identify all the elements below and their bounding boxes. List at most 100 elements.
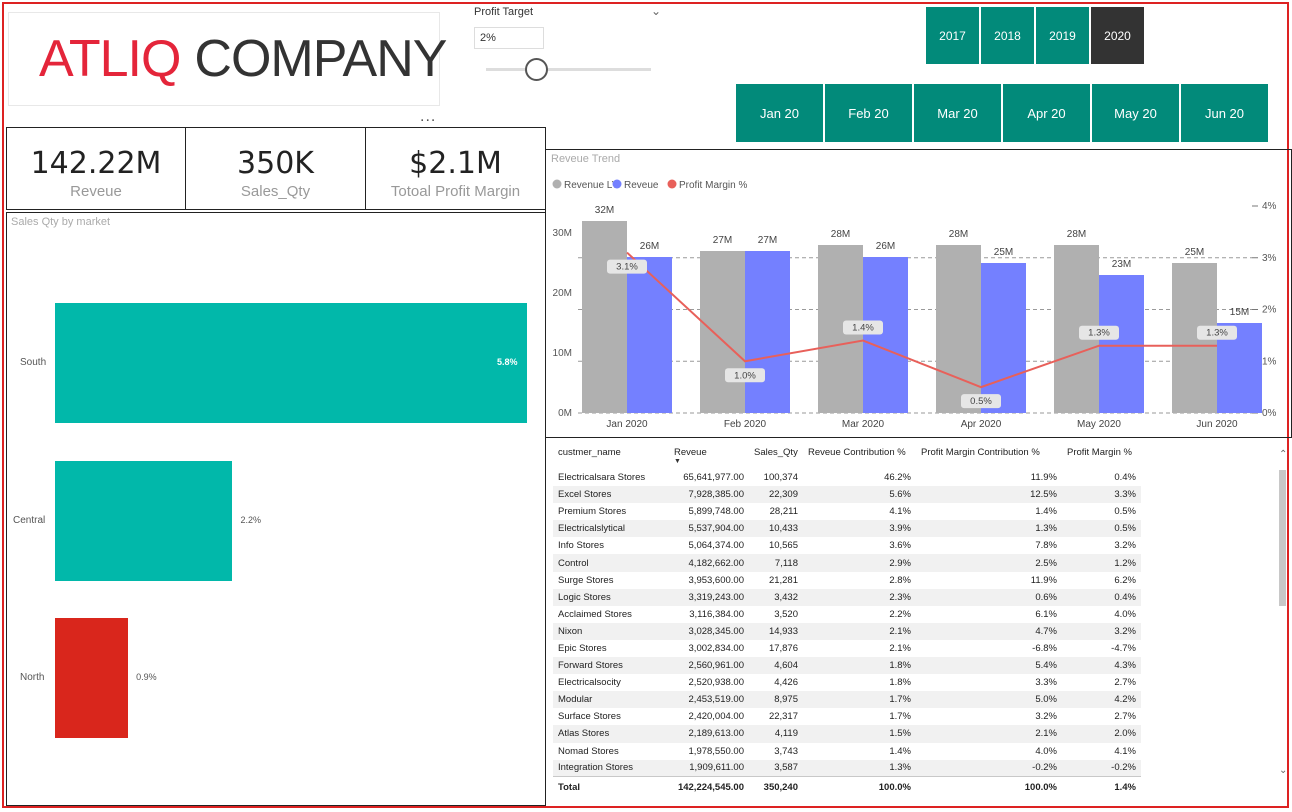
month-button-3[interactable]: Apr 20 xyxy=(1003,84,1090,142)
table-cell: 10,565 xyxy=(768,540,798,552)
table-row[interactable]: Nixon 3,028,345.00 14,933 2.1% 4.7% 3.2% xyxy=(553,622,1141,640)
legend-marker xyxy=(552,179,562,189)
sort-descending-icon[interactable]: ▼ xyxy=(674,458,744,465)
line-data-label: 3.1% xyxy=(616,262,638,273)
table-cell: Surface Stores xyxy=(558,711,621,723)
table-row[interactable]: Logic Stores 3,319,243.00 3,432 2.3% 0.6% 0.4… xyxy=(553,588,1141,606)
table-row[interactable]: Integration Stores 1,909,611.00 3,587 1.3% -… xyxy=(553,759,1141,777)
table-row[interactable]: Modular 2,453,519.00 8,975 1.7% 5.0% 4.2% xyxy=(553,691,1141,709)
market-bar-north[interactable] xyxy=(55,618,129,738)
table-cell: 1,909,611.00 xyxy=(669,759,749,777)
data-label: 25M xyxy=(994,247,1013,258)
table-cell: 5.0% xyxy=(916,691,1062,709)
column-header-label: Reveue Contribution % xyxy=(808,447,906,458)
profit-target-slider-track[interactable] xyxy=(486,68,651,71)
table-row[interactable]: Premium Stores 5,899,748.00 28,211 4.1% 1.4%… xyxy=(553,503,1141,520)
table-cell: 3,520 xyxy=(774,608,798,620)
table-cell: 5,537,904.00 xyxy=(669,520,749,538)
table-cell: 21,281 xyxy=(768,574,798,586)
table-cell: 4,119 xyxy=(749,725,803,743)
sales-qty-by-market-chart[interactable]: Sales Qty by market South 5.8% Central 2.2%… xyxy=(6,212,546,806)
table-cell: -0.2% xyxy=(916,759,1062,777)
table-cell: 0.6% xyxy=(916,588,1062,606)
chevron-down-icon[interactable]: ⌄ xyxy=(651,4,661,18)
revenue-trend-chart[interactable]: Reveue Trend Revenue LY Reveue Profit Margi… xyxy=(545,149,1292,438)
more-options-icon[interactable]: ... xyxy=(420,108,436,126)
profit-target-input[interactable]: 2% xyxy=(474,27,544,49)
table-cell: 5.4% xyxy=(916,657,1062,675)
legend-label: Reveue xyxy=(624,180,659,191)
scroll-down-icon[interactable]: ⌄ xyxy=(1279,765,1287,776)
scroll-up-icon[interactable]: ⌃ xyxy=(1279,449,1287,460)
table-row[interactable]: Electricalsara Stores 65,641,977.00 100,37… xyxy=(553,469,1141,486)
table-cell: 8,975 xyxy=(749,691,803,709)
table-cell: 3,319,243.00 xyxy=(669,588,749,606)
table-cell: 2,520,938.00 xyxy=(688,677,744,689)
table-cell: 2,453,519.00 xyxy=(669,691,749,709)
table-cell: 2.3% xyxy=(803,588,916,606)
market-bar-central[interactable] xyxy=(55,461,233,581)
market-data-label: 2.2% xyxy=(240,515,261,525)
bar-revenue xyxy=(981,263,1026,413)
table-row[interactable]: Excel Stores 7,928,385.00 22,309 5.6% 12.5% 3… xyxy=(553,486,1141,504)
column-header-label: Profit Margin % xyxy=(1067,447,1132,458)
line-data-label: 0.5% xyxy=(970,396,992,407)
year-button-2017[interactable]: 2017 xyxy=(926,7,979,64)
month-button-4[interactable]: May 20 xyxy=(1092,84,1179,142)
table-row[interactable]: Surface Stores 2,420,004.00 22,317 1.7% 3.2%… xyxy=(553,708,1141,725)
column-header[interactable]: Sales_Qty xyxy=(749,443,803,469)
table-row[interactable]: Control 4,182,662.00 7,118 2.9% 2.5% 1.2% xyxy=(553,554,1141,572)
year-button-2019[interactable]: 2019 xyxy=(1036,7,1089,64)
table-cell: 22,309 xyxy=(749,486,803,504)
table-cell: 3,028,345.00 xyxy=(669,622,749,640)
column-header[interactable]: Reveue ▼ xyxy=(669,443,749,469)
table-row[interactable]: Atlas Stores 2,189,613.00 4,119 1.5% 2.1% 2.0… xyxy=(553,725,1141,743)
table-cell: 3,743 xyxy=(774,745,798,757)
kpi-card-profit-margin: $2.1M Totoal Profit Margin xyxy=(365,127,546,210)
year-button-2018[interactable]: 2018 xyxy=(981,7,1034,64)
x-tick-label: Apr 2020 xyxy=(961,419,1002,430)
customer-table[interactable]: custmer_name Reveue ▼ Sales_Qty Reveue Contr… xyxy=(545,438,1292,807)
column-header[interactable]: Reveue Contribution % xyxy=(803,443,916,469)
y-left-tick: 30M xyxy=(553,228,572,239)
table-row[interactable]: Electricalslytical 5,537,904.00 10,433 3.9%… xyxy=(553,520,1141,538)
bar-revenue-ly xyxy=(936,245,981,413)
table-row[interactable]: Info Stores 5,064,374.00 10,565 3.6% 7.8% 3.2… xyxy=(553,537,1141,554)
table-row[interactable]: Electricalsocity 2,520,938.00 4,426 1.8% 3.3… xyxy=(553,674,1141,691)
table-cell: 6.1% xyxy=(1035,608,1057,620)
market-bar-south[interactable] xyxy=(55,303,527,423)
data-label: 26M xyxy=(876,241,895,252)
total-cell: 142,224,545.00 xyxy=(669,776,749,799)
month-button-2[interactable]: Mar 20 xyxy=(914,84,1001,142)
table-cell: 3.6% xyxy=(889,540,911,552)
column-header[interactable]: Profit Margin Contribution % xyxy=(916,443,1062,469)
table-cell: 28,211 xyxy=(769,506,798,518)
table-cell: 2.1% xyxy=(916,725,1062,743)
table-row[interactable]: Nomad Stores 1,978,550.00 3,743 1.4% 4.0% 4.1… xyxy=(553,743,1141,760)
table-cell: 4.1% xyxy=(1114,745,1136,757)
table-cell: 11.9% xyxy=(1030,574,1057,586)
year-button-2020[interactable]: 2020 xyxy=(1091,7,1144,64)
table-cell: 1.8% xyxy=(889,677,911,689)
month-button-5[interactable]: Jun 20 xyxy=(1181,84,1268,142)
table-row[interactable]: Surge Stores 3,953,600.00 21,281 2.8% 11.9% 6… xyxy=(553,572,1141,589)
profit-target-slider-handle[interactable] xyxy=(524,58,548,81)
table-cell: 2.2% xyxy=(889,608,911,620)
column-header[interactable]: Profit Margin % xyxy=(1062,443,1141,469)
legend-marker xyxy=(612,179,622,189)
y-right-tick: 2% xyxy=(1262,305,1277,316)
table-cell: 12.5% xyxy=(916,486,1062,504)
month-button-1[interactable]: Feb 20 xyxy=(825,84,912,142)
table-cell: 3.2% xyxy=(1114,540,1136,552)
month-button-0[interactable]: Jan 20 xyxy=(736,84,823,142)
table-row[interactable]: Acclaimed Stores 3,116,384.00 3,520 2.2% 6.1… xyxy=(553,606,1141,623)
bar-revenue-ly xyxy=(700,251,745,413)
table-row[interactable]: Epic Stores 3,002,834.00 17,876 2.1% -6.8% -4… xyxy=(553,640,1141,657)
table-cell: 2.0% xyxy=(1062,725,1141,743)
column-header[interactable]: custmer_name xyxy=(553,443,669,469)
table-cell: 4.3% xyxy=(1062,657,1141,675)
table-cell: 2.5% xyxy=(916,554,1062,572)
market-category-label: North xyxy=(20,672,45,683)
scrollbar-thumb[interactable] xyxy=(1279,470,1286,606)
table-row[interactable]: Forward Stores 2,560,961.00 4,604 1.8% 5.4% 4… xyxy=(553,657,1141,675)
